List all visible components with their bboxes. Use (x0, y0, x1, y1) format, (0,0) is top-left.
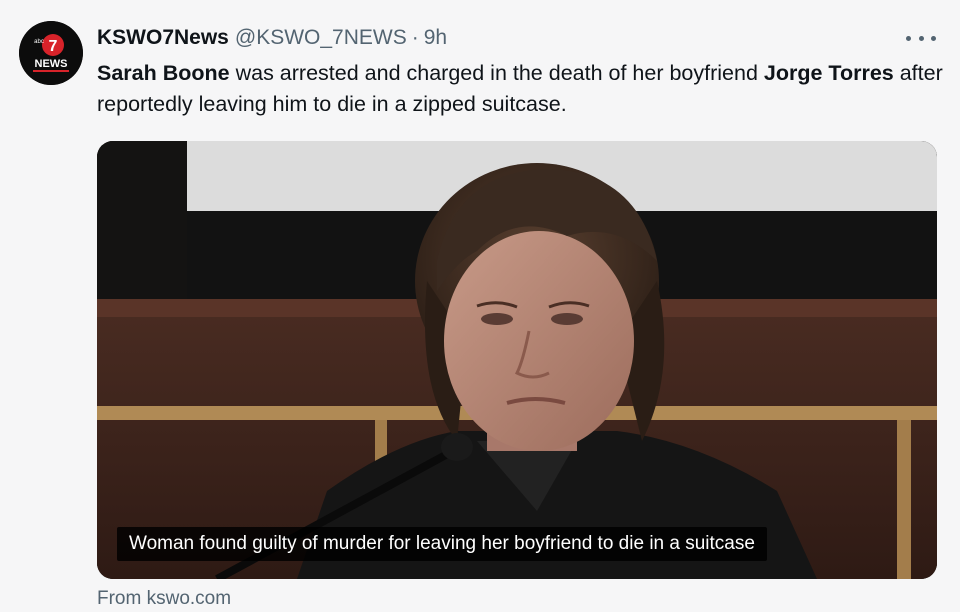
media-card-image[interactable]: Woman found guilty of murder for leaving… (97, 141, 937, 579)
mention-sarah-boone: Sarah Boone (97, 61, 230, 85)
more-horizontal-icon[interactable] (906, 28, 936, 48)
tweet-text-part1: was arrested and charged in the death of… (229, 61, 764, 85)
avatar[interactable]: 7 abc NEWS (19, 21, 83, 85)
tweet-header: KSWO7News @KSWO_7NEWS · 9h (97, 24, 447, 52)
svg-text:abc: abc (34, 39, 44, 45)
link-source[interactable]: From kswo.com (97, 588, 231, 610)
tweet-card[interactable]: 7 abc NEWS KSWO7News @KSWO_7NEWS · 9h Sa… (0, 0, 960, 612)
video-caption: Woman found guilty of murder for leaving… (117, 527, 767, 561)
avatar-number: 7 (49, 38, 58, 55)
user-handle[interactable]: @KSWO_7NEWS (235, 26, 407, 50)
avatar-label: NEWS (35, 58, 68, 70)
kswo-logo-icon: 7 abc NEWS (19, 21, 83, 85)
separator-dot: · (411, 26, 419, 49)
tweet-text: Sarah Boone was arrested and charged in … (97, 58, 947, 120)
timestamp[interactable]: 9h (424, 26, 447, 50)
display-name[interactable]: KSWO7News (97, 26, 229, 50)
courtroom-photo (97, 141, 937, 579)
mention-jorge-torres: Jorge Torres (763, 61, 894, 85)
